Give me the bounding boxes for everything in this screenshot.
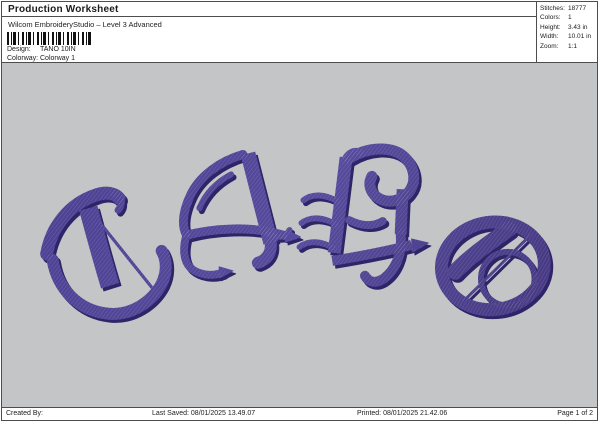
app-subtitle: Wilcom EmbroideryStudio – Level 3 Advanc… bbox=[8, 20, 162, 29]
colorway-label: Colorway: bbox=[7, 55, 39, 62]
created-by-label: Created By: bbox=[6, 410, 43, 417]
design-value: TANO 10IN bbox=[40, 46, 76, 53]
worksheet-header: Production Worksheet Wilcom EmbroiderySt… bbox=[2, 2, 597, 63]
design-canvas bbox=[2, 63, 597, 408]
page-number: Page 1 of 2 bbox=[557, 410, 593, 417]
stat-stitches: Stitches: 18777 bbox=[540, 5, 587, 12]
barcode-image bbox=[7, 32, 91, 45]
last-saved-text: Last Saved: 08/01/2025 13.49.07 bbox=[152, 410, 256, 417]
embroidery-design-tano bbox=[2, 63, 597, 407]
stat-colors: Colors: 1 bbox=[540, 14, 572, 22]
stat-width: Width: 10.01 in bbox=[540, 33, 592, 41]
embroidery-shadow-layer bbox=[49, 152, 552, 319]
header-left-section: Production Worksheet Wilcom EmbroiderySt… bbox=[2, 2, 536, 62]
worksheet-footer: Created By: Last Saved: 08/01/2025 13.49… bbox=[2, 408, 597, 420]
page-title: Production Worksheet bbox=[2, 2, 536, 17]
stats-panel: Stitches: 18777 Colors: 1 Height: 3.43 in W… bbox=[536, 2, 597, 62]
production-worksheet-page: Production Worksheet Wilcom EmbroiderySt… bbox=[1, 1, 598, 421]
design-row: Design: TANO 10IN bbox=[2, 45, 536, 54]
stat-height: Height: 3.43 in bbox=[540, 23, 588, 31]
printed-text: Printed: 08/01/2025 21.42.06 bbox=[357, 410, 448, 417]
colorway-value: Colorway 1 bbox=[40, 55, 76, 62]
design-label: Design: bbox=[7, 46, 31, 53]
stat-zoom: Zoom: 1:1 bbox=[540, 42, 578, 50]
colorway-row: Colorway: Colorway 1 bbox=[2, 54, 536, 63]
